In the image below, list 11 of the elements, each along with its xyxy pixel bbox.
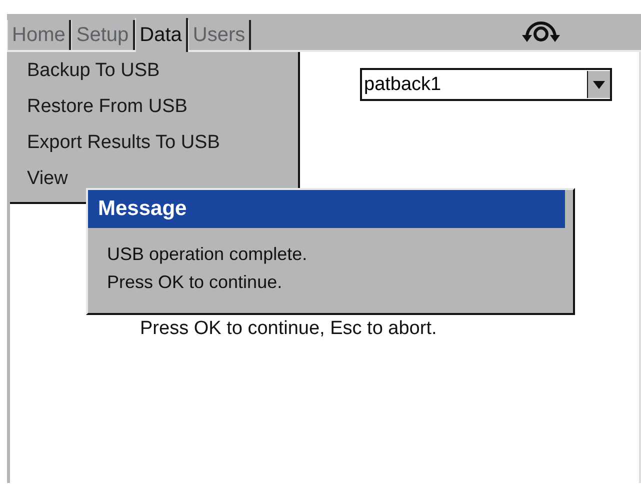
menu-item[interactable]: Export Results To USB [27,127,220,163]
caret-icon [593,80,605,88]
hint-text: Press OK to continue, Esc to abort. [140,318,437,340]
menu-item[interactable]: Backup To USB [27,55,160,91]
dialog-message: USB operation complete. [107,243,308,266]
menu-item[interactable]: Restore From USB [27,91,188,127]
tab[interactable]: Data [134,18,188,52]
menu-item[interactable]: View [27,163,68,199]
dropdown[interactable]: patback1 [360,68,612,101]
dialog-message: Press OK to continue. [107,271,282,294]
dialog-title: Message [88,190,565,228]
